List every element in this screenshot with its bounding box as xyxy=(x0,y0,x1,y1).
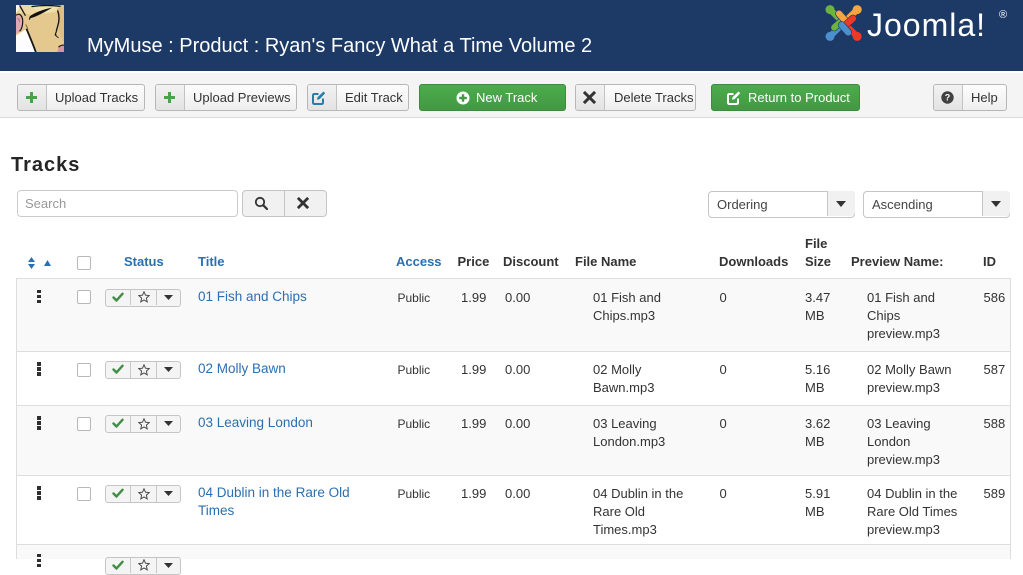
svg-text:?: ? xyxy=(944,93,950,103)
